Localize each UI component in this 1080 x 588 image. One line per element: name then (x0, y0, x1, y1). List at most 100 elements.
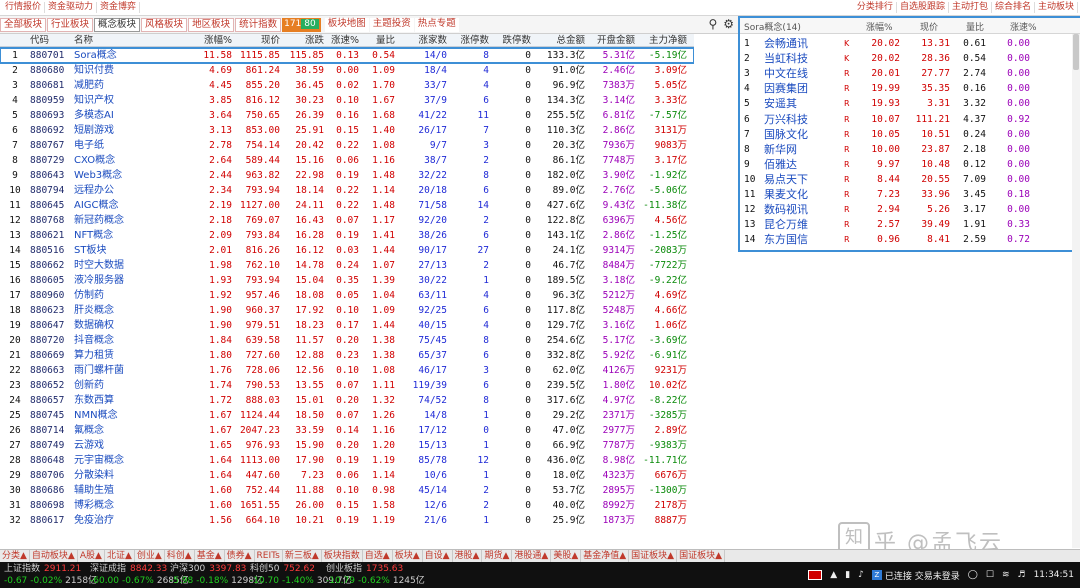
table-row[interactable]: 28 880648 元宇宙概念 1.64 1113.00 17.90 0.19 1.19 85/… (0, 453, 694, 468)
sector-name[interactable]: 减肥药 (74, 78, 164, 93)
category-tab[interactable]: 全部板块 (0, 18, 47, 32)
sector-name[interactable]: 多模态AI (74, 108, 164, 123)
constituent-row[interactable]: 1 会畅通讯 20.02 13.31 0.61 0.00 K (740, 36, 1080, 51)
column-header[interactable]: 量比 (361, 34, 397, 47)
sector-name[interactable]: 液冷服务器 (74, 273, 164, 288)
table-row[interactable]: 1 880701 Sora概念 11.58 1115.85 115.85 0.13 0.54 1… (0, 47, 694, 64)
column-header[interactable]: 总金额 (533, 34, 587, 47)
sector-name[interactable]: 时空大数据 (74, 258, 164, 273)
table-row[interactable]: 30 880686 辅助生殖 1.60 752.44 11.88 0.10 0.98 45/14… (0, 483, 694, 498)
constituent-row[interactable]: 12 数码视讯 2.94 5.26 3.17 0.00 R (740, 202, 1080, 217)
top-right-link[interactable]: 综合排名 (992, 2, 1035, 13)
table-row[interactable]: 22 880663 雨门螺杆菌 1.76 728.06 12.56 0.10 1.08 46/1… (0, 363, 694, 378)
table-row[interactable]: 19 880647 数据确权 1.90 979.51 18.23 0.17 1.44 40/15… (0, 318, 694, 333)
column-header[interactable]: 涨家数 (397, 34, 449, 47)
sector-name[interactable]: 云游戏 (74, 438, 164, 453)
sector-name[interactable]: 分散染料 (74, 468, 164, 483)
column-header[interactable]: 涨幅% (164, 34, 234, 47)
market-tab[interactable]: 美股▲ (551, 550, 582, 562)
table-row[interactable]: 26 880714 氟概念 1.67 2047.23 33.59 0.14 1.16 17/12… (0, 423, 694, 438)
top-link[interactable]: 资金博弈 (97, 2, 141, 13)
sector-name[interactable]: AIGC概念 (74, 198, 164, 213)
table-row[interactable]: 9 880643 Web3概念 2.44 963.82 22.98 0.19 1.48 32/2… (0, 168, 694, 183)
table-row[interactable]: 2 880680 知识付费 4.69 861.24 38.59 0.00 1.09 18/4 4 0… (0, 63, 694, 78)
category-tab[interactable]: 地区板块 (188, 18, 235, 32)
constituent-row[interactable]: 5 安遥其 19.93 3.31 3.32 0.00 R (740, 96, 1080, 111)
table-row[interactable]: 29 880706 分散染料 1.64 447.60 7.23 0.06 1.14 10/6 1 0… (0, 468, 694, 483)
index-quote[interactable]: 上证指数 2911.21 -0.67 -0.02% 2158亿 (4, 563, 97, 587)
table-row[interactable]: 10 880794 远程办公 2.34 793.94 18.14 0.22 1.14 20/18… (0, 183, 694, 198)
sector-name[interactable]: 免疫治疗 (74, 513, 164, 528)
constituent-row[interactable]: 10 易点天下 8.44 20.55 7.09 0.00 R (740, 172, 1080, 187)
column-header[interactable] (0, 34, 30, 47)
market-tab[interactable]: 国证板块▲ (677, 550, 725, 562)
scroll-thumb[interactable] (1073, 34, 1079, 70)
sector-name[interactable]: 雨门螺杆菌 (74, 363, 164, 378)
sector-name[interactable]: 博彩概念 (74, 498, 164, 513)
constituent-row[interactable]: 9 佰雅达 9.97 10.48 0.12 0.00 R (740, 157, 1080, 172)
sector-name[interactable]: 知识产权 (74, 93, 164, 108)
category-tab[interactable]: 行业板块 (47, 18, 94, 32)
top-link[interactable]: 行情报价 (2, 2, 46, 13)
market-tab[interactable]: 创业▲ (135, 550, 165, 562)
stock-name[interactable]: 昆仑万维 (764, 217, 844, 232)
market-tab[interactable]: 北证▲ (105, 550, 135, 562)
sector-name[interactable]: Web3概念 (74, 168, 164, 183)
constituent-row[interactable]: 14 东方国信 0.96 8.41 2.59 0.72 R (740, 232, 1080, 247)
sector-name[interactable]: CXO概念 (74, 153, 164, 168)
sector-name[interactable]: 仿制药 (74, 288, 164, 303)
index-quote[interactable]: 创业板指 1735.63 -10.79 -0.62% 1245亿 (326, 563, 425, 587)
table-row[interactable]: 20 880720 抖音概念 1.84 639.58 11.57 0.20 1.38 75/45… (0, 333, 694, 348)
table-row[interactable]: 3 880681 减肥药 4.45 855.20 36.45 0.02 1.70 33/7 4 0 9… (0, 78, 694, 93)
constituent-row[interactable]: 7 国脉文化 10.05 10.51 0.24 0.00 R (740, 127, 1080, 142)
sector-name[interactable]: 元宇宙概念 (74, 453, 164, 468)
stock-name[interactable]: 会畅通讯 (764, 36, 844, 51)
column-header[interactable]: 开盘金额 (587, 34, 637, 47)
vertical-scrollbar[interactable] (1072, 34, 1080, 548)
column-header[interactable]: 代码 (30, 34, 74, 47)
search-icon[interactable]: ⚲ (708, 17, 717, 31)
stock-name[interactable]: 当虹科技 (764, 51, 844, 66)
sector-name[interactable]: 辅助生殖 (74, 483, 164, 498)
table-row[interactable]: 13 880621 NFT概念 2.09 793.84 16.28 0.19 1.41 38/2… (0, 228, 694, 243)
sector-name[interactable]: 创新药 (74, 378, 164, 393)
table-row[interactable]: 15 880662 时空大数据 1.98 762.10 14.78 0.24 1.07 27/1… (0, 258, 694, 273)
sector-name[interactable]: 短剧游戏 (74, 123, 164, 138)
table-row[interactable]: 24 880657 东数西算 1.72 888.03 15.01 0.20 1.32 74/52… (0, 393, 694, 408)
table-row[interactable]: 4 880959 知识产权 3.85 816.12 30.23 0.10 1.67 37/9 6 0… (0, 93, 694, 108)
constituent-row[interactable]: 4 因赛集团 19.99 35.35 0.16 0.00 R (740, 81, 1080, 96)
extra-tab[interactable]: 板块地图 (324, 18, 369, 32)
market-tab[interactable]: 期货▲ (482, 550, 513, 562)
market-tab[interactable]: 板块指数 (322, 550, 363, 562)
market-tab[interactable]: 国证板块▲ (629, 550, 678, 562)
column-header[interactable]: 涨速% (326, 34, 361, 47)
top-link[interactable]: 资金驱动力 (45, 2, 98, 13)
stock-name[interactable]: 中文在线 (764, 66, 844, 81)
sector-name[interactable]: 东数西算 (74, 393, 164, 408)
sector-name[interactable]: ST板块 (74, 243, 164, 258)
table-row[interactable]: 16 880605 液冷服务器 1.93 793.94 15.04 0.35 1.39 30/2… (0, 273, 694, 288)
stock-name[interactable]: 果麦文化 (764, 187, 844, 202)
market-tab[interactable]: 港股通▲ (512, 550, 552, 562)
market-tab[interactable]: 自选▲ (363, 550, 393, 562)
category-tab[interactable]: 风格板块 (141, 18, 188, 32)
constituent-row[interactable]: 13 昆仑万维 2.57 39.49 1.91 0.33 R (740, 217, 1080, 232)
market-tab[interactable]: 债券▲ (225, 550, 255, 562)
category-tab[interactable]: 概念板块 (94, 18, 141, 32)
sector-name[interactable]: NFT概念 (74, 228, 164, 243)
table-row[interactable]: 18 880623 肝炎概念 1.90 960.37 17.92 0.10 1.09 92/25… (0, 303, 694, 318)
sector-name[interactable]: 氟概念 (74, 423, 164, 438)
sector-name[interactable]: 远程办公 (74, 183, 164, 198)
market-tab[interactable]: 板块▲ (393, 550, 423, 562)
sector-name[interactable]: 电子纸 (74, 138, 164, 153)
constituent-row[interactable]: 6 万兴科技 10.07 111.21 4.37 0.92 R (740, 112, 1080, 127)
top-right-link[interactable]: 分类排行 (854, 2, 897, 13)
extra-tab[interactable]: 热点专题 (414, 18, 459, 32)
sector-name[interactable]: 算力租赁 (74, 348, 164, 363)
stock-name[interactable]: 易点天下 (764, 172, 844, 187)
constituent-row[interactable]: 3 中文在线 20.01 27.77 2.74 0.00 R (740, 66, 1080, 81)
stock-name[interactable]: 国脉文化 (764, 127, 844, 142)
column-header[interactable]: 跌停数 (491, 34, 533, 47)
column-header[interactable]: 现价 (234, 34, 282, 47)
sector-name[interactable]: NMN概念 (74, 408, 164, 423)
